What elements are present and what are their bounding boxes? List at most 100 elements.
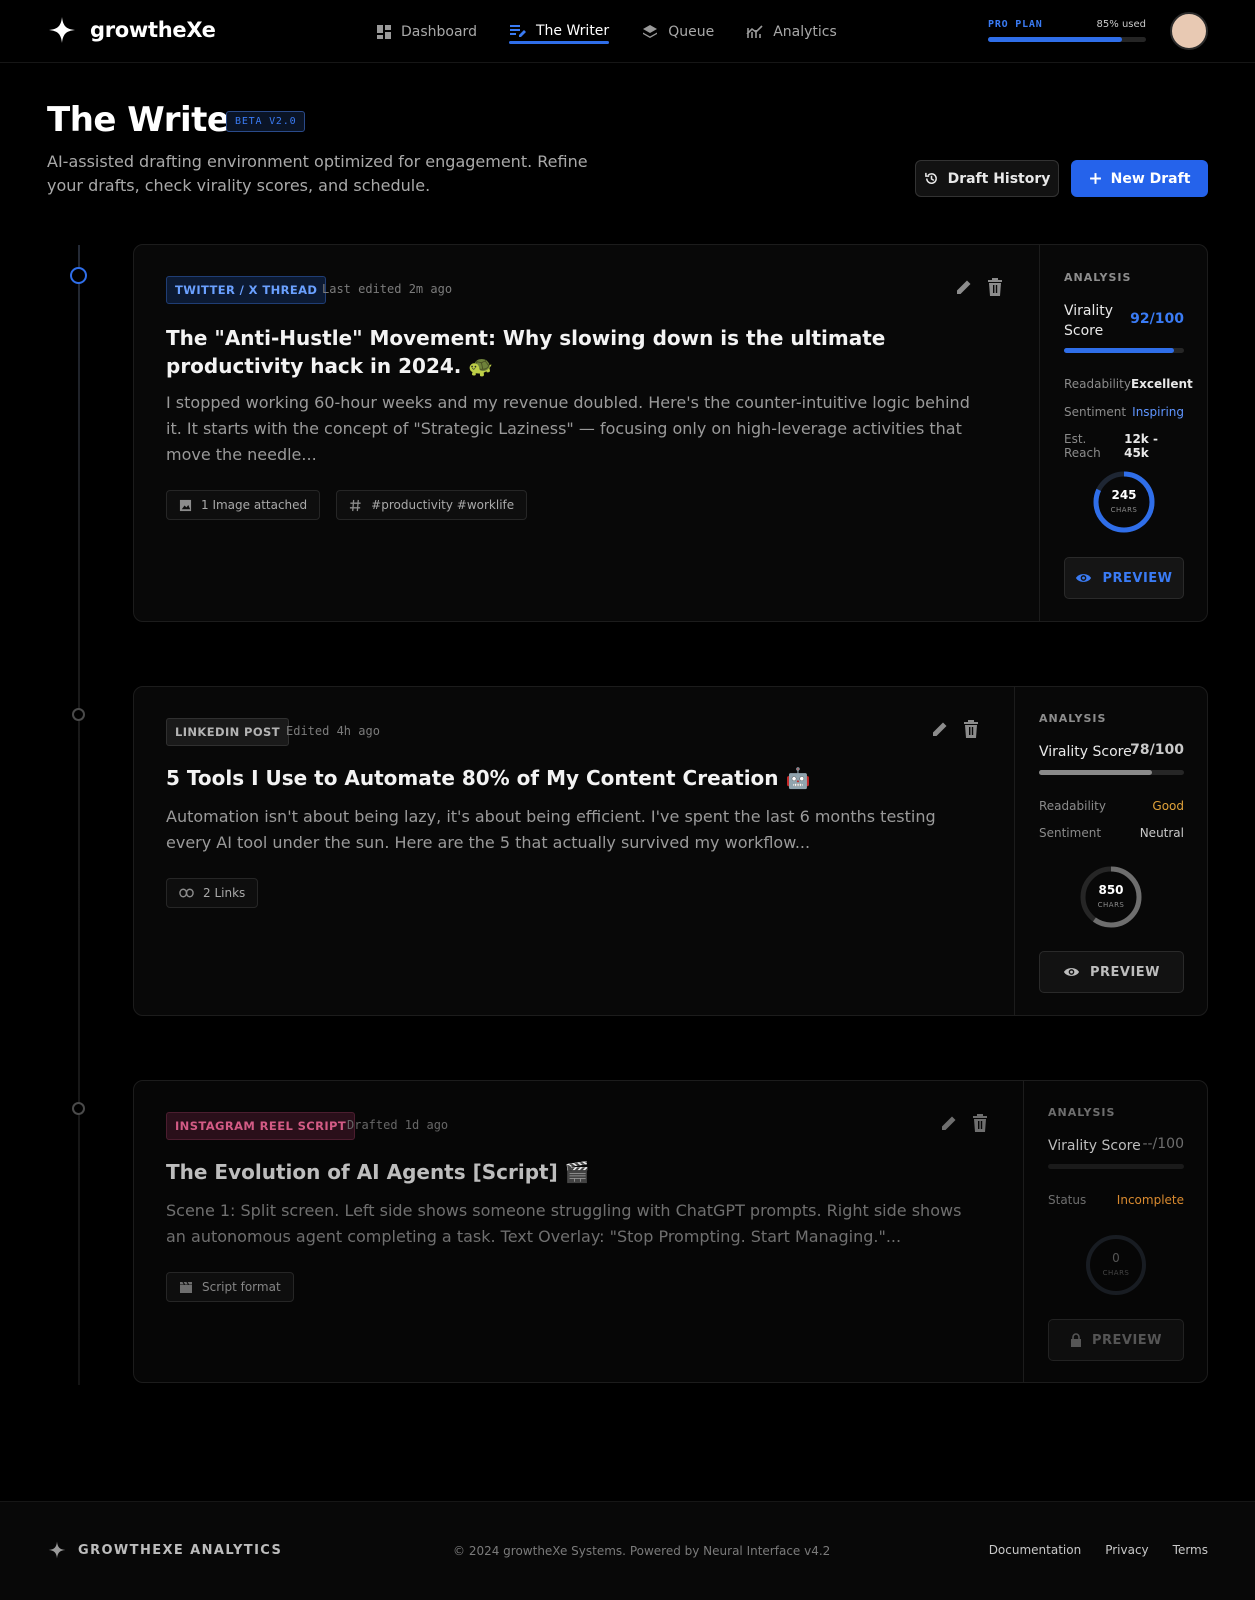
sparkle-icon — [48, 1541, 66, 1559]
footer-links: Documentation Privacy Terms — [989, 1543, 1208, 1557]
timeline-dot — [72, 708, 85, 721]
draft-title[interactable]: 5 Tools I Use to Automate 80% of My Cont… — [166, 764, 966, 792]
hashtag-icon — [350, 499, 361, 511]
platform-tag: INSTAGRAM REEL SCRIPT — [166, 1112, 356, 1140]
plan-progress-fill — [988, 37, 1123, 42]
new-draft-button[interactable]: New Draft — [1071, 160, 1208, 197]
draft-history-label: Draft History — [947, 170, 1051, 187]
char-unit: CHARS — [1110, 506, 1138, 514]
chip-label: 2 Links — [203, 886, 246, 900]
char-count-ring: 850 CHARS — [1079, 865, 1143, 929]
lock-icon — [1070, 1332, 1081, 1347]
page-title: The Writer — [47, 100, 246, 140]
virality-label: Virality Score — [1064, 303, 1114, 339]
nav-label: Analytics — [773, 23, 837, 40]
virality-bar — [1048, 1164, 1184, 1169]
metric-key: Sentiment — [1039, 826, 1102, 840]
attachment-chip[interactable]: Script format — [166, 1272, 294, 1302]
draft-card[interactable]: TWITTER / X THREAD Last edited 2m ago Th… — [133, 244, 1208, 622]
virality-bar-fill — [1064, 348, 1175, 353]
preview-label: PREVIEW — [1091, 1332, 1163, 1348]
sparkle-icon — [49, 17, 75, 43]
edit-icon[interactable] — [930, 719, 950, 739]
analysis-panel: ANALYSIS Virality Score --/100 Status Inc… — [1023, 1081, 1207, 1382]
plan-progress — [988, 37, 1146, 42]
chip-label: Script format — [202, 1280, 281, 1294]
edited-time: Drafted 1d ago — [347, 1118, 449, 1132]
eye-icon — [1063, 968, 1080, 976]
main-menu: Dashboard The Writer Queue Analytics — [376, 0, 837, 63]
card-actions — [939, 1113, 989, 1133]
preview-label: PREVIEW — [1089, 964, 1161, 980]
preview-button-locked[interactable]: PREVIEW — [1048, 1319, 1184, 1361]
draft-title[interactable]: The "Anti-Hustle" Movement: Why slowing … — [166, 324, 986, 380]
plus-icon — [1089, 173, 1101, 184]
analysis-label: ANALYSIS — [1064, 271, 1132, 284]
nav-dashboard[interactable]: Dashboard — [376, 0, 477, 63]
plan-usage: PRO PLAN 85% used — [988, 19, 1146, 42]
metric-row: Readability Good — [1039, 799, 1184, 813]
new-draft-label: New Draft — [1110, 170, 1191, 187]
metric-row: Readability Excellent — [1064, 377, 1193, 391]
hashtag-chip[interactable]: #productivity #worklife — [336, 490, 528, 520]
metric-key: Est. Reach — [1064, 432, 1101, 460]
draft-card[interactable]: LINKEDIN POST Edited 4h ago 5 Tools I Us… — [133, 686, 1208, 1016]
footer-link-terms[interactable]: Terms — [1173, 1543, 1208, 1557]
analysis-label: ANALYSIS — [1039, 712, 1107, 725]
draft-excerpt: Automation isn't about being lazy, it's … — [166, 807, 936, 852]
draft-history-button[interactable]: Draft History — [915, 160, 1059, 197]
draft-content: INSTAGRAM REEL SCRIPT Drafted 1d ago The… — [134, 1081, 1025, 1382]
attachment-chips: 1 Image attached #productivity #worklife — [166, 490, 528, 520]
attachment-chips: 2 Links — [166, 878, 259, 908]
metric-row: Status Incomplete — [1048, 1193, 1184, 1207]
footer-link-privacy[interactable]: Privacy — [1105, 1543, 1148, 1557]
timeline-line — [78, 245, 80, 1385]
draft-content: LINKEDIN POST Edited 4h ago 5 Tools I Us… — [134, 687, 1016, 1015]
link-icon — [179, 888, 194, 898]
nav-analytics[interactable]: Analytics — [746, 0, 837, 63]
copyright: © 2024 growtheXe Systems. Powered by Neu… — [453, 1544, 831, 1558]
card-actions — [954, 277, 1004, 297]
draft-excerpt: Scene 1: Split screen. Left side shows s… — [166, 1201, 962, 1246]
page-subtitle: AI-assisted drafting environment optimiz… — [47, 152, 588, 195]
nav-label: The Writer — [535, 22, 610, 39]
nav-the-writer[interactable]: The Writer — [508, 0, 610, 63]
draft-title[interactable]: The Evolution of AI Agents [Script] 🎬 — [166, 1158, 966, 1186]
attachment-chip[interactable]: 2 Links — [166, 878, 259, 908]
logo[interactable]: growtheXe — [48, 16, 216, 44]
metric-key: Readability — [1064, 377, 1131, 391]
draft-card[interactable]: INSTAGRAM REEL SCRIPT Drafted 1d ago The… — [133, 1080, 1208, 1383]
footer-link-documentation[interactable]: Documentation — [989, 1543, 1082, 1557]
draft-excerpt: I stopped working 60-hour weeks and my r… — [166, 393, 970, 464]
history-icon — [924, 172, 937, 184]
beta-badge: BETA V2.0 — [226, 111, 306, 132]
char-unit: CHARS — [1102, 1269, 1130, 1277]
preview-button[interactable]: PREVIEW — [1039, 951, 1184, 993]
card-actions — [930, 719, 980, 739]
plan-used: 85% used — [1096, 19, 1146, 30]
trash-icon[interactable] — [971, 1113, 989, 1133]
nav-queue[interactable]: Queue — [641, 0, 714, 63]
char-count-ring: 245 CHARS — [1092, 470, 1156, 534]
edited-time: Last edited 2m ago — [322, 282, 453, 296]
edit-icon[interactable] — [954, 277, 974, 297]
edited-time: Edited 4h ago — [286, 724, 380, 738]
char-count: 245 — [1111, 488, 1137, 502]
footer-brand: GROWTHEXE ANALYTICS — [48, 1541, 282, 1559]
edit-icon[interactable] — [939, 1113, 959, 1133]
trash-icon[interactable] — [962, 719, 980, 739]
platform-tag: TWITTER / X THREAD — [166, 276, 327, 304]
top-nav: growtheXe Dashboard The Writer Queue Ana… — [0, 0, 1255, 63]
preview-label: PREVIEW — [1102, 570, 1173, 586]
virality-label: Virality Score — [1039, 744, 1132, 760]
nav-label: Dashboard — [401, 23, 477, 40]
virality-value: 92/100 — [1130, 311, 1184, 327]
metric-row: Sentiment Inspiring — [1064, 405, 1184, 419]
trash-icon[interactable] — [986, 277, 1004, 297]
char-unit: CHARS — [1097, 901, 1125, 909]
preview-button[interactable]: PREVIEW — [1064, 557, 1184, 599]
image-icon — [179, 499, 192, 511]
attachment-chip[interactable]: 1 Image attached — [166, 490, 321, 520]
chip-label: #productivity #worklife — [371, 498, 515, 512]
avatar[interactable] — [1170, 12, 1208, 50]
